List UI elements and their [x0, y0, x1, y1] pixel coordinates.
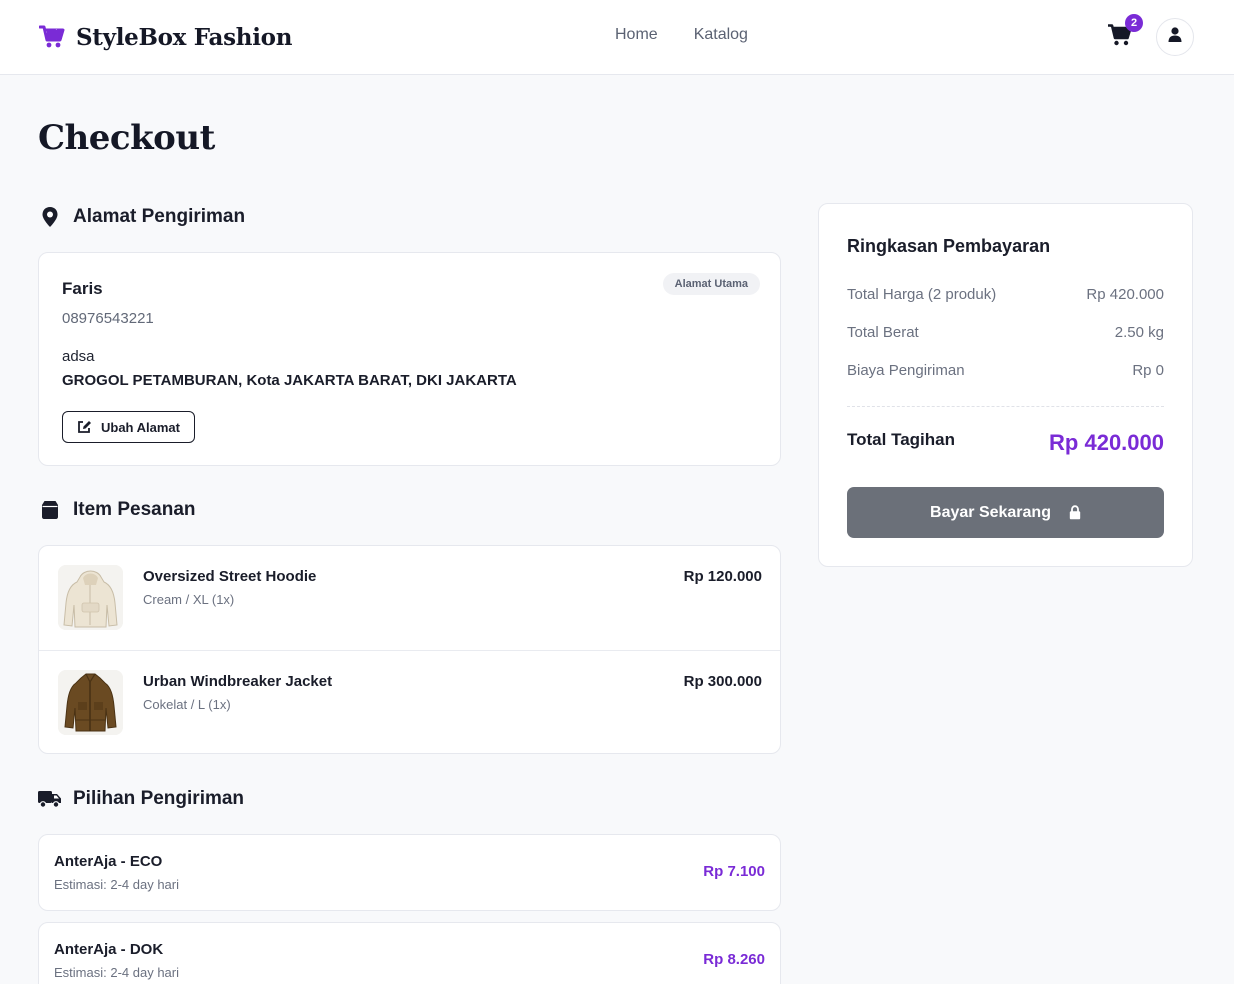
truck-icon — [38, 787, 62, 811]
summary-row-total-price: Total Harga (2 produk) Rp 420.000 — [847, 286, 1164, 303]
edit-address-button[interactable]: Ubah Alamat — [62, 411, 195, 443]
product-image-jacket — [58, 670, 123, 735]
summary-row-label: Total Berat — [847, 324, 919, 341]
item-name: Oversized Street Hoodie — [143, 568, 317, 585]
shipping-section-label: Pilihan Pengiriman — [73, 788, 245, 809]
edit-icon — [77, 420, 92, 434]
total-bill-label: Total Tagihan — [847, 430, 955, 449]
summary-row-value: Rp 0 — [1132, 362, 1164, 379]
nav-link-katalog[interactable]: Katalog — [694, 26, 748, 44]
address-card: Faris 08976543221 adsa GROGOL PETAMBURAN… — [38, 252, 781, 466]
recipient-phone: 08976543221 — [62, 310, 154, 327]
shopping-cart-logo-icon — [38, 23, 66, 51]
items-section-label: Item Pesanan — [73, 499, 196, 520]
main-nav: Home Katalog — [615, 26, 784, 44]
summary-row-value: 2.50 kg — [1114, 324, 1164, 341]
address-section-title: Alamat Pengiriman — [38, 205, 245, 229]
map-pin-icon — [38, 205, 62, 229]
cart-count-badge: 2 — [1125, 14, 1143, 32]
brand-name: StyleBox Fashion — [76, 23, 293, 51]
page-title: Checkout — [38, 118, 215, 158]
address-section-label: Alamat Pengiriman — [73, 206, 246, 227]
summary-row-shipping-cost: Biaya Pengiriman Rp 0 — [847, 362, 1164, 379]
shipping-option[interactable]: AnterAja - ECO Estimasi: 2-4 day hari Rp… — [38, 834, 781, 911]
shipping-option-price: Rp 7.100 — [703, 863, 765, 880]
total-bill-value: Rp 420.000 — [1049, 430, 1164, 455]
item-variant: Cream / XL (1x) — [143, 592, 235, 607]
payment-summary-card: Ringkasan Pembayaran Total Harga (2 prod… — [818, 203, 1193, 567]
brand[interactable]: StyleBox Fashion — [38, 20, 292, 54]
item-price: Rp 300.000 — [683, 673, 762, 690]
shipping-option-estimate: Estimasi: 2-4 day hari — [54, 965, 179, 980]
item-variant: Cokelat / L (1x) — [143, 697, 231, 712]
summary-title: Ringkasan Pembayaran — [847, 236, 1051, 256]
address-detail: adsa — [62, 348, 95, 365]
item-name: Urban Windbreaker Jacket — [143, 673, 333, 690]
top-navbar: StyleBox Fashion Home Katalog 2 — [0, 0, 1234, 75]
item-price: Rp 120.000 — [683, 568, 762, 585]
primary-address-badge: Alamat Utama — [662, 273, 760, 295]
edit-address-label: Ubah Alamat — [101, 419, 180, 435]
pay-now-button[interactable]: Bayar Sekarang — [847, 487, 1164, 538]
cart-icon — [1108, 24, 1132, 50]
lock-icon — [1069, 505, 1081, 520]
pay-now-label: Bayar Sekarang — [930, 503, 1051, 521]
profile-button[interactable] — [1156, 18, 1194, 56]
address-full: GROGOL PETAMBURAN, Kota JAKARTA BARAT, D… — [62, 372, 517, 389]
summary-row-value: Rp 420.000 — [1086, 286, 1164, 303]
shipping-option-price: Rp 8.260 — [703, 951, 765, 968]
shipping-option-estimate: Estimasi: 2-4 day hari — [54, 877, 179, 892]
product-image-hoodie — [58, 565, 123, 630]
recipient-name: Faris — [62, 279, 103, 298]
order-item: Urban Windbreaker Jacket Cokelat / L (1x… — [39, 650, 780, 753]
items-section-title: Item Pesanan — [38, 498, 196, 522]
summary-row-label: Biaya Pengiriman — [847, 362, 965, 379]
user-icon — [1168, 27, 1182, 47]
shipping-option-name: AnterAja - ECO — [54, 853, 163, 870]
shipping-option-name: AnterAja - DOK — [54, 941, 164, 958]
summary-row-total-weight: Total Berat 2.50 kg — [847, 324, 1164, 341]
order-items-card: Oversized Street Hoodie Cream / XL (1x) … — [38, 545, 781, 754]
summary-row-label: Total Harga (2 produk) — [847, 286, 997, 303]
shipping-option[interactable]: AnterAja - DOK Estimasi: 2-4 day hari Rp… — [38, 922, 781, 984]
shipping-section-title: Pilihan Pengiriman — [38, 787, 244, 811]
summary-divider — [847, 406, 1164, 407]
order-item: Oversized Street Hoodie Cream / XL (1x) … — [39, 546, 780, 650]
cart-button[interactable]: 2 — [1108, 14, 1143, 50]
box-icon — [38, 498, 62, 522]
nav-link-home[interactable]: Home — [615, 26, 658, 44]
